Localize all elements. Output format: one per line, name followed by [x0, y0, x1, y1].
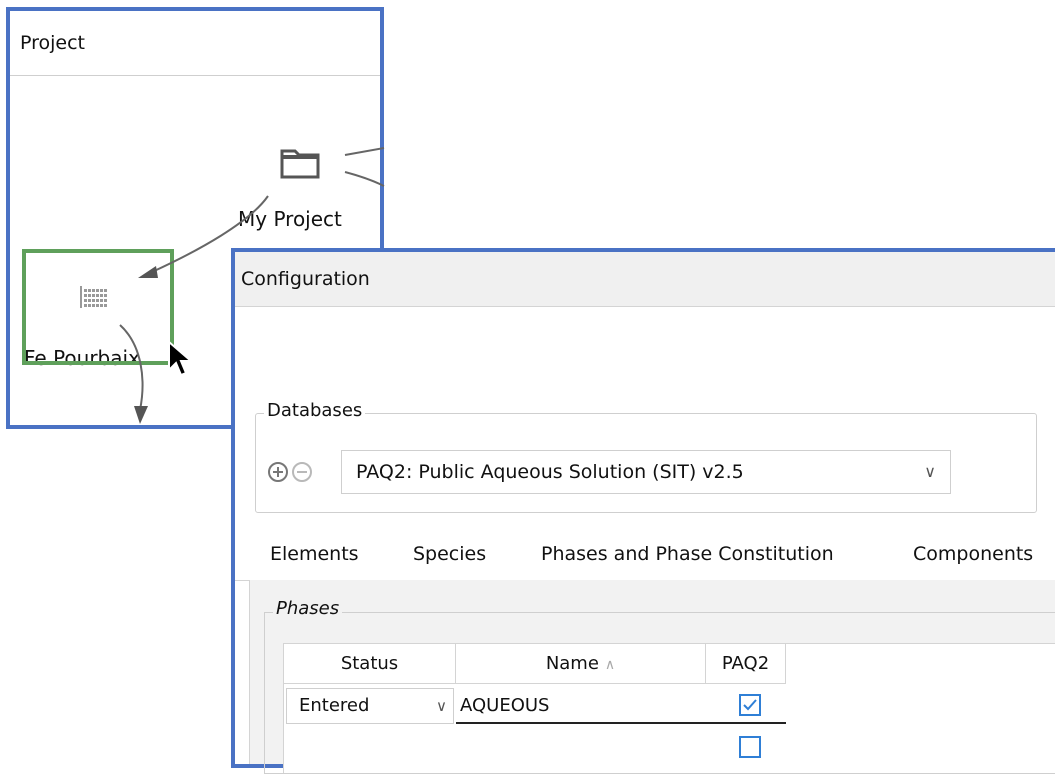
- tab-phases-and-phase-constitution[interactable]: Phases and Phase Constitution: [519, 532, 856, 584]
- mouse-cursor-icon: [168, 340, 194, 377]
- phases-tab-panel: Phases Status Name ∧ PAQ2 Entered ∨ AQUEO…: [249, 580, 1055, 774]
- configuration-window: Configuration Databases PAQ2: Public Aqu…: [231, 248, 1055, 774]
- phases-legend: Phases: [273, 598, 343, 619]
- tab-components[interactable]: Components: [913, 532, 1033, 580]
- configuration-window-title: Configuration: [235, 252, 1055, 307]
- phases-table: Status Name ∧ PAQ2 Entered ∨ AQUEOUS: [283, 643, 1055, 773]
- config-tabs: Elements Species Phases and Phase Consti…: [235, 532, 1055, 584]
- database-select-value: PAQ2: Public Aqueous Solution (SIT) v2.5: [356, 461, 744, 483]
- remove-database-button[interactable]: [292, 462, 312, 482]
- next-row-paq2-checkbox[interactable]: [739, 736, 761, 758]
- databases-legend: Databases: [264, 400, 366, 421]
- phases-group: Phases Status Name ∧ PAQ2 Entered ∨ AQUEO…: [264, 598, 1055, 774]
- tab-elements[interactable]: Elements: [270, 532, 359, 580]
- project-window-title: Project: [10, 11, 380, 76]
- chevron-down-icon: ∨: [436, 697, 447, 715]
- column-header-status[interactable]: Status: [284, 644, 456, 684]
- sort-ascending-icon: ∧: [604, 657, 616, 673]
- column-header-name-label: Name: [545, 653, 599, 674]
- folder-icon[interactable]: [280, 146, 320, 180]
- chevron-down-icon: ∨: [924, 462, 936, 481]
- row-status-select[interactable]: Entered ∨: [286, 688, 454, 724]
- row-paq2-checkbox[interactable]: [739, 694, 761, 716]
- tab-species[interactable]: Species: [413, 532, 486, 580]
- column-header-name[interactable]: Name ∧: [456, 644, 706, 684]
- database-select[interactable]: PAQ2: Public Aqueous Solution (SIT) v2.5…: [341, 450, 951, 494]
- databases-group: Databases PAQ2: Public Aqueous Solution …: [255, 400, 1037, 513]
- selected-node-highlight: [22, 249, 174, 365]
- row-status-value: Entered: [299, 695, 370, 716]
- add-database-button[interactable]: [268, 462, 288, 482]
- my-project-label[interactable]: My Project: [238, 207, 342, 231]
- row-name-cell[interactable]: AQUEOUS: [456, 688, 786, 724]
- column-header-paq2[interactable]: PAQ2: [706, 644, 786, 684]
- checkmark-icon: [743, 699, 757, 711]
